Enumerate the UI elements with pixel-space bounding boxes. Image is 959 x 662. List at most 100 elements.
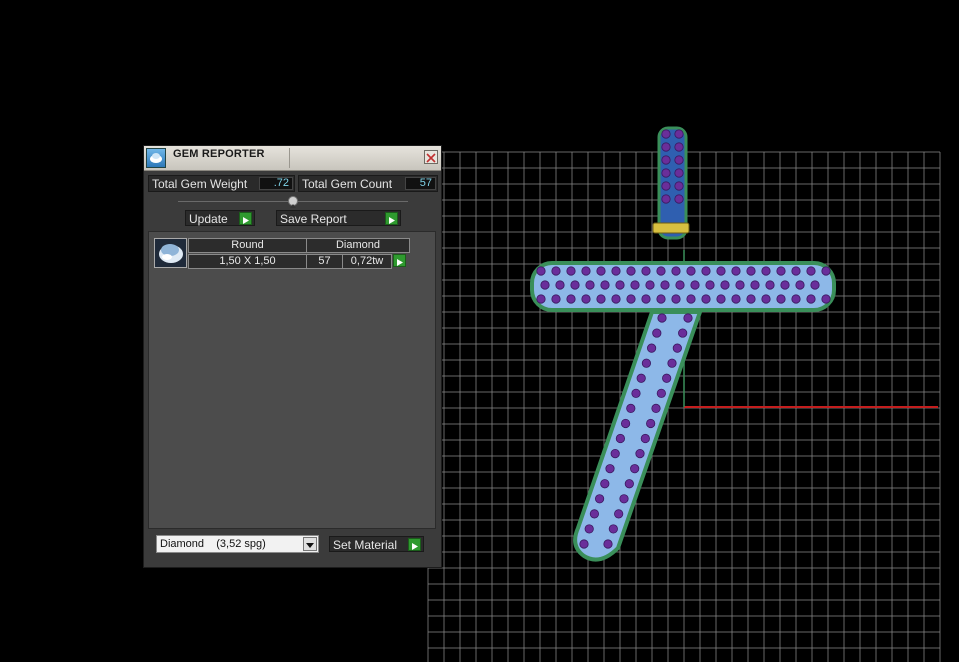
gem-stone [661, 155, 671, 165]
update-button[interactable]: Update [185, 210, 255, 226]
gem-stone [646, 418, 656, 429]
gem-stone [716, 294, 726, 304]
gem-stone [761, 294, 771, 304]
gem-stone [795, 280, 805, 290]
gem-stone [720, 280, 730, 290]
chevron-up-icon[interactable] [288, 196, 298, 208]
gem-stone [701, 294, 711, 304]
gem-stone [657, 313, 667, 323]
gem-stone [686, 266, 696, 276]
material-bar: Diamond (3,52 spg) Set Material [144, 529, 441, 567]
panel-titlebar[interactable]: GEM REPORTER [144, 146, 441, 171]
gem-stone [608, 524, 618, 534]
save-report-button[interactable]: Save Report [276, 210, 401, 226]
gem-stone [624, 479, 634, 489]
gem-stone [661, 142, 671, 152]
total-count-value: 57 [405, 177, 436, 190]
chevron-down-icon[interactable] [303, 537, 317, 551]
gem-stone [765, 280, 775, 290]
gem-stone [671, 294, 681, 304]
gem-stone [566, 266, 576, 276]
gem-stone [661, 168, 671, 178]
material-select-value: Diamond (3,52 spg) [160, 538, 266, 550]
gem-stone [640, 433, 650, 444]
total-weight-label: Total Gem Weight [152, 177, 248, 191]
gem-stone [551, 294, 561, 304]
gem-stone [603, 539, 613, 549]
gem-stone [821, 294, 831, 304]
play-arrow-icon [239, 212, 252, 225]
gem-stone [674, 129, 684, 139]
total-count-label: Total Gem Count [302, 177, 393, 191]
gem-stone [605, 464, 615, 474]
gem-reporter-panel: GEM REPORTER Total Gem Weight .72 Total … [143, 145, 442, 568]
close-icon[interactable] [424, 150, 438, 164]
gem-stone [579, 539, 589, 549]
gem-material-cell: Diamond [306, 238, 410, 253]
gem-list: Round Diamond 1,50 X 1,50 57 0,72tw [148, 231, 436, 529]
gem-stone [585, 280, 595, 290]
play-arrow-icon [385, 212, 398, 225]
gem-stone [589, 509, 600, 519]
gem-stone [641, 358, 652, 368]
gem-stone [686, 294, 696, 304]
gem-stone [746, 294, 756, 304]
set-material-button[interactable]: Set Material [329, 536, 424, 552]
gem-stone [674, 181, 684, 191]
gem-cut-cell: Round [188, 238, 307, 253]
gem-stone [674, 194, 684, 204]
play-arrow-icon [408, 538, 421, 551]
gem-stone [581, 266, 591, 276]
gem-stone [667, 358, 677, 368]
total-weight-value: .72 [259, 177, 293, 190]
gem-weight-cell: 0,72tw [342, 254, 392, 269]
gem-stone [806, 294, 816, 304]
gem-stone [636, 373, 646, 383]
gem-stone [630, 280, 640, 290]
total-weight-field: Total Gem Weight .72 [148, 175, 295, 192]
gem-stone [614, 509, 624, 519]
gem-stone [626, 266, 636, 276]
gem-stone [581, 294, 591, 304]
gem-stone [646, 343, 657, 353]
gem-stone [656, 388, 666, 398]
gem-stone [806, 266, 816, 276]
gem-stone [675, 280, 685, 290]
panel-title: GEM REPORTER [173, 148, 265, 160]
gem-stone [660, 280, 670, 290]
gem-stone [672, 343, 682, 353]
material-select[interactable]: Diamond (3,52 spg) [156, 535, 319, 553]
gem-stone [678, 328, 688, 338]
gem-stone [555, 280, 565, 290]
play-arrow-icon[interactable] [393, 254, 406, 267]
gem-stone [626, 294, 636, 304]
gem-stone [776, 266, 786, 276]
gem-stone [566, 294, 576, 304]
update-button-label: Update [189, 212, 228, 226]
gem-stone [645, 280, 655, 290]
gem-stone [671, 266, 681, 276]
gem-stone [651, 403, 661, 413]
gem-stone [611, 266, 621, 276]
gem-stone [731, 266, 741, 276]
gem-stone [716, 266, 726, 276]
gem-stone [705, 280, 715, 290]
gem-stone [780, 280, 790, 290]
gem-stone [600, 280, 610, 290]
total-count-field: Total Gem Count 57 [298, 175, 438, 192]
gem-stone [630, 464, 640, 474]
save-report-button-label: Save Report [280, 212, 347, 226]
gem-stone [596, 266, 606, 276]
gem-stone [661, 181, 671, 191]
gem-size-cell: 1,50 X 1,50 [188, 254, 307, 269]
gem-stone [620, 418, 631, 429]
gem-stone [536, 294, 546, 304]
gem-stone [635, 448, 645, 459]
gem-stone [626, 403, 636, 413]
gem-stone [615, 433, 626, 444]
gem-stone [810, 280, 820, 290]
gem-stone [791, 294, 801, 304]
gem-stone [641, 294, 651, 304]
gem-stone [551, 266, 561, 276]
gem-stone [750, 280, 760, 290]
